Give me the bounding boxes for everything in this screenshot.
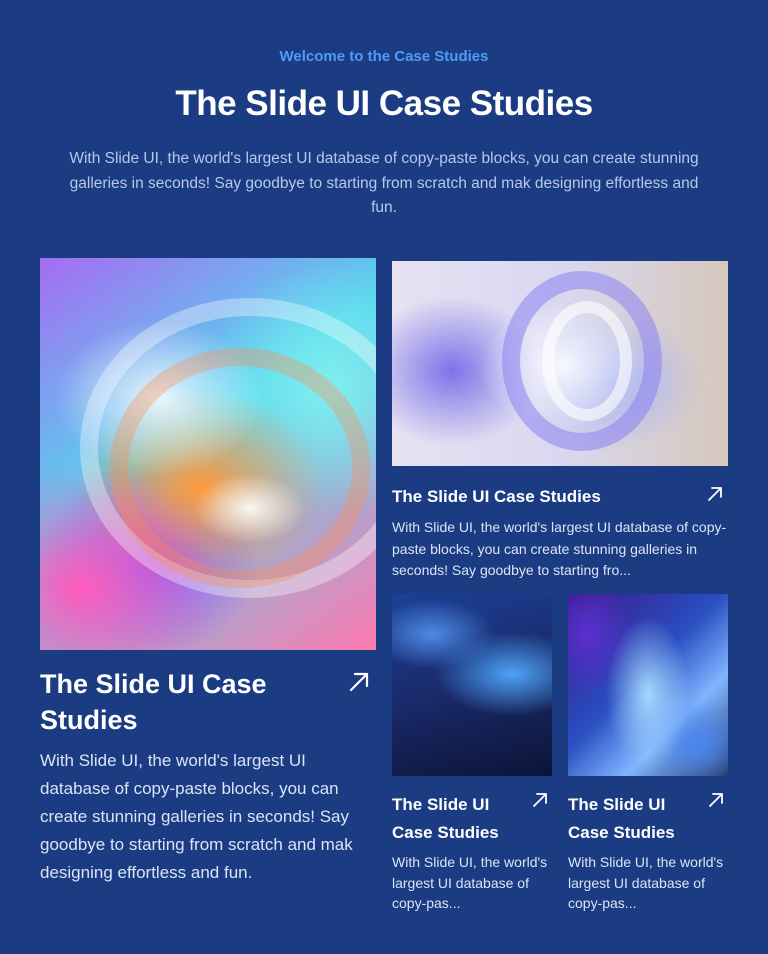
card-large-description: With Slide UI, the world's largest UI da… (40, 751, 353, 882)
arrow-up-right-icon[interactable] (532, 792, 548, 808)
card-top-title[interactable]: The Slide UI Case Studies (392, 486, 692, 508)
card-bottom-right-image[interactable] (568, 594, 728, 776)
card-bottom-right-title[interactable]: The Slide UI Case Studies (568, 791, 698, 847)
card-bottom-left-description: With Slide UI, the world's largest UI da… (392, 854, 548, 911)
card-bottom-left-title[interactable]: The Slide UI Case Studies (392, 791, 522, 847)
card-large-title[interactable]: The Slide UI Case Studies (40, 666, 340, 738)
section-eyebrow: Welcome to the Case Studies (279, 48, 489, 65)
arrow-up-right-icon[interactable] (707, 486, 723, 502)
card-large-image[interactable] (40, 258, 376, 650)
arrow-up-right-icon[interactable] (708, 792, 724, 808)
card-top-description: With Slide UI, the world's largest UI da… (392, 519, 727, 578)
card-bottom-right-description: With Slide UI, the world's largest UI da… (568, 854, 724, 911)
arrow-up-right-icon[interactable] (348, 671, 370, 693)
page-title: The Slide UI Case Studies (175, 84, 593, 123)
page-intro: With Slide UI, the world's largest UI da… (69, 150, 699, 216)
card-bottom-left-image[interactable] (392, 594, 552, 776)
card-top-image[interactable] (392, 261, 728, 466)
